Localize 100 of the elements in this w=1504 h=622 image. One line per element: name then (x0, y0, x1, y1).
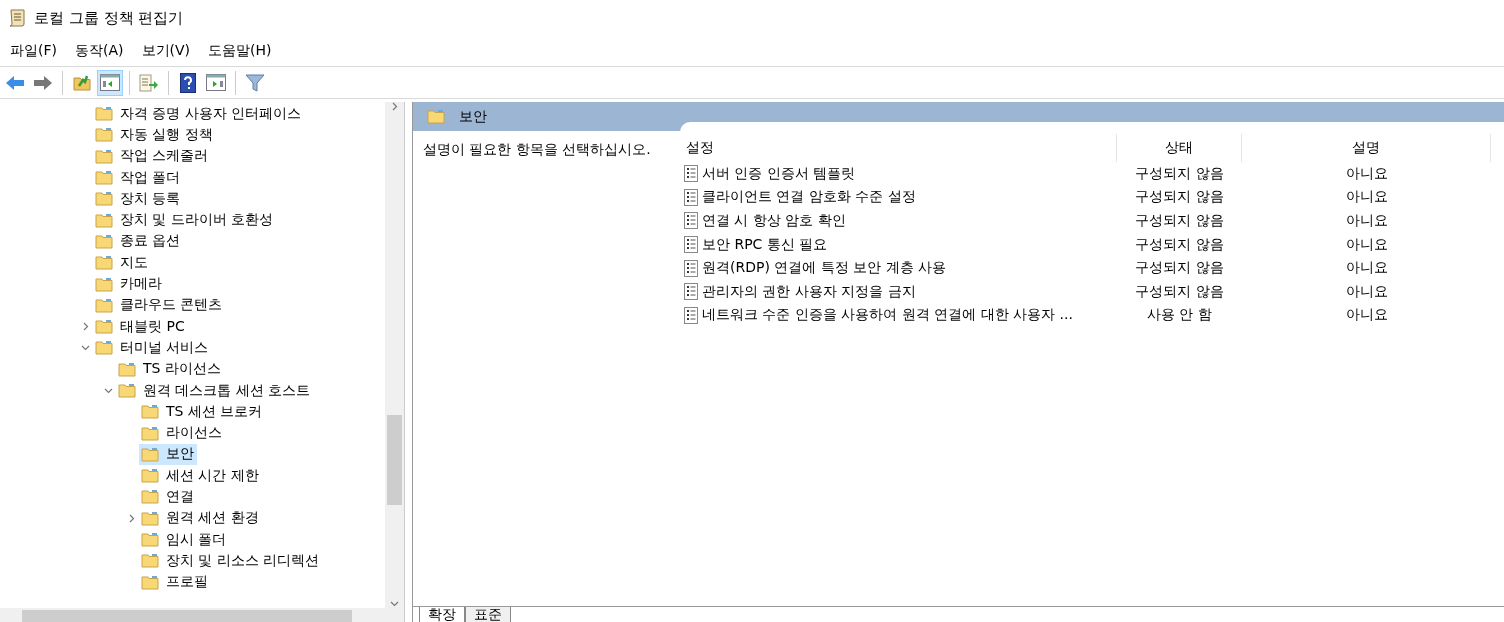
folder-icon (141, 425, 159, 441)
tree-item[interactable]: 라이선스 (139, 422, 225, 444)
tree-item[interactable]: 프로필 (139, 571, 211, 593)
setting-item[interactable]: 클라이언트 연결 암호화 수준 설정 (680, 188, 1117, 207)
folder-icon (95, 319, 113, 335)
setting-item[interactable]: 원격(RDP) 연결에 특정 보안 계층 사용 (680, 259, 1117, 278)
scrollbar-thumb[interactable] (22, 610, 352, 622)
table-cell-text: 사용 안 함 (1146, 306, 1213, 325)
table-cell-text: 아니요 (1344, 259, 1389, 278)
table-cell-text: 아니요 (1344, 282, 1389, 301)
setting-item[interactable]: 서버 인증 인증서 템플릿 (680, 164, 1117, 183)
column-header[interactable]: 상태 (1117, 134, 1242, 162)
tree-item[interactable]: 작업 스케줄러 (93, 145, 212, 167)
tree-pane-icon (100, 74, 120, 91)
folder-icon (141, 404, 159, 420)
table-cell-text: 아니요 (1344, 306, 1389, 325)
column-header[interactable]: 설정 (680, 134, 1117, 162)
tree-item[interactable]: 작업 폴더 (93, 167, 184, 189)
folder-icon (95, 212, 113, 228)
table-cell-text: 구성되지 않음 (1134, 282, 1225, 301)
chevron-down-icon[interactable] (390, 599, 399, 608)
policy-icon (684, 259, 698, 277)
menu-item[interactable]: 파일(F) (4, 38, 63, 64)
export-list-icon (139, 73, 159, 92)
table-cell-text: 구성되지 않음 (1134, 188, 1225, 207)
chevron-down-icon[interactable] (81, 343, 90, 353)
menu-item[interactable]: 보기(V) (135, 38, 196, 64)
filter-icon (245, 73, 265, 92)
tree-item[interactable]: 터미널 서비스 (93, 337, 212, 359)
table-cell-text: 구성되지 않음 (1134, 164, 1225, 183)
table-cell-text: 구성되지 않음 (1134, 212, 1225, 230)
folder-icon (95, 233, 113, 249)
folder-icon (118, 383, 136, 398)
setting-item[interactable]: 보안 RPC 통신 필요 (680, 235, 1117, 254)
table-cell-text: 구성되지 않음 (1134, 259, 1225, 278)
table-cell-text: 구성되지 않음 (1134, 235, 1225, 254)
chevron-right-icon[interactable] (390, 102, 399, 111)
setting-item[interactable]: 연결 시 항상 암호 확인 (680, 212, 1117, 230)
tree-item[interactable]: TS 라이선스 (116, 358, 224, 380)
setting-item[interactable]: 관리자의 권한 사용자 지정을 금지 (680, 282, 1117, 301)
tree-item[interactable]: 보안 (139, 443, 197, 465)
folder-icon (141, 468, 159, 484)
tree-item[interactable]: 장치 등록 (93, 188, 184, 210)
column-header[interactable]: 설명 (1242, 134, 1491, 162)
policy-icon (684, 283, 698, 301)
table-cell-text: 아니요 (1344, 212, 1389, 230)
scroll-icon (8, 8, 26, 28)
description-text: 설명이 필요한 항목을 선택하십시오. (422, 140, 652, 159)
tree-item[interactable]: 연결 (139, 486, 197, 508)
policy-icon (684, 306, 698, 324)
tree-item[interactable]: 원격 데스크톱 세션 호스트 (116, 380, 314, 401)
folder-icon (95, 340, 113, 356)
view-tab[interactable]: 표준 (465, 607, 511, 622)
tree-item[interactable]: 자동 실행 정책 (93, 124, 216, 146)
tree-item[interactable]: 자격 증명 사용자 인터페이스 (93, 103, 305, 125)
folder-icon (95, 191, 113, 207)
folder-icon (141, 574, 159, 590)
chevron-right-icon[interactable] (127, 513, 136, 523)
setting-item[interactable]: 네트워크 수준 인증을 사용하여 원격 연결에 대한 사용자 ... (680, 306, 1117, 325)
tree-item[interactable]: 임시 폴더 (139, 529, 230, 551)
tree-item[interactable]: 클라우드 콘텐츠 (93, 294, 226, 316)
tree-item[interactable]: 지도 (93, 252, 151, 274)
folder-icon (95, 170, 113, 186)
policy-icon (684, 236, 698, 254)
tree-item[interactable]: 원격 세션 환경 (139, 507, 262, 529)
section-title: 보안 (459, 107, 487, 126)
policy-icon (684, 188, 698, 206)
tree-item[interactable]: 태블릿 PC (93, 316, 188, 338)
tree-item[interactable]: TS 세션 브로커 (139, 401, 266, 423)
chevron-right-icon[interactable] (81, 322, 90, 332)
tree-item[interactable]: 세션 시간 제한 (139, 465, 262, 487)
folder-icon (141, 510, 159, 526)
chevron-down-icon[interactable] (104, 386, 113, 395)
table-cell-text: 아니요 (1344, 235, 1389, 254)
folder-icon (141, 532, 159, 548)
folder-icon (95, 255, 113, 271)
folder-icon (141, 489, 159, 505)
table-cell-text: 아니요 (1344, 188, 1389, 207)
tree-item[interactable]: 카메라 (93, 273, 165, 295)
folder-icon (95, 106, 113, 122)
folder-icon (95, 276, 113, 292)
horizontal-scrollbar[interactable] (0, 608, 404, 622)
tree-item[interactable]: 장치 및 리소스 리디렉션 (139, 550, 323, 572)
view-tab[interactable]: 확장 (419, 607, 465, 622)
folder-icon (141, 553, 159, 569)
menu-item[interactable]: 도움말(H) (202, 38, 278, 64)
forward-arrow-icon (33, 74, 53, 91)
help-icon (180, 72, 196, 93)
folder-icon (141, 446, 159, 462)
policy-icon (684, 212, 698, 230)
policy-icon (684, 165, 698, 183)
folder-up-icon (73, 74, 91, 91)
folder-icon (95, 127, 113, 143)
vertical-scrollbar[interactable] (385, 102, 404, 608)
table-cell-text: 아니요 (1344, 164, 1389, 183)
scrollbar-thumb[interactable] (387, 415, 402, 505)
tree-item[interactable]: 종료 옵션 (93, 230, 184, 252)
folder-icon (427, 109, 445, 124)
tree-item[interactable]: 장치 및 드라이버 호환성 (93, 209, 277, 231)
menu-item[interactable]: 동작(A) (69, 38, 130, 64)
